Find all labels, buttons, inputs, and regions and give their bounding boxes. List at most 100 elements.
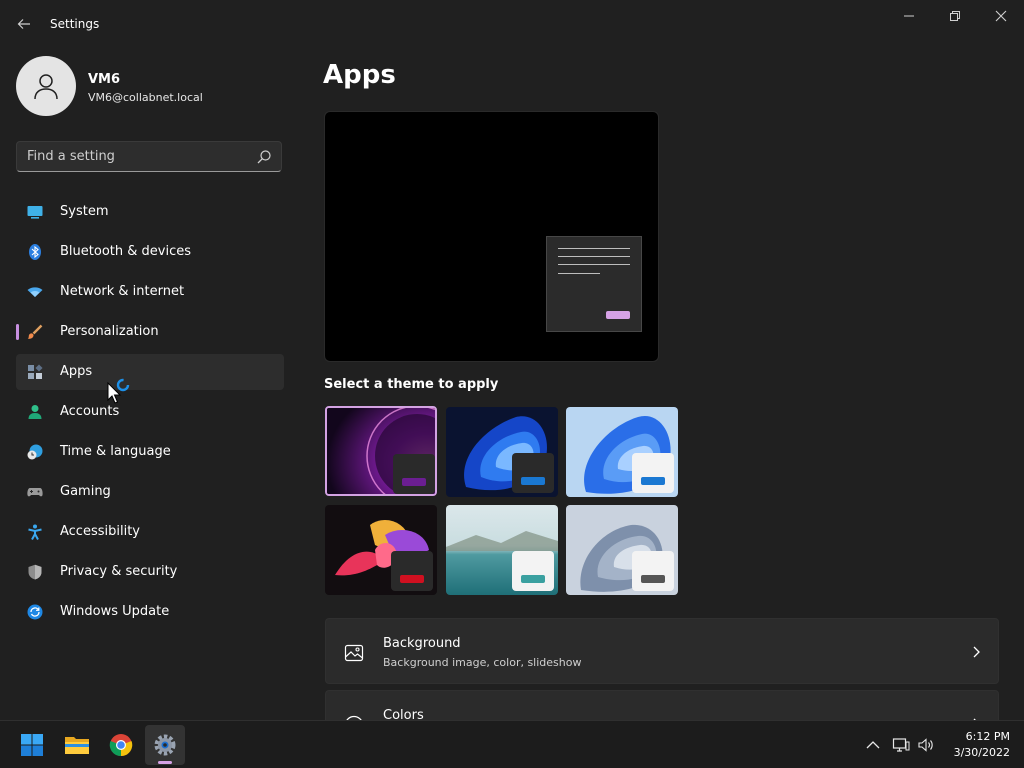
sidebar-item-windows-update[interactable]: Windows Update (16, 594, 284, 630)
theme-windows-glow[interactable] (325, 406, 437, 496)
wifi-icon (27, 287, 43, 297)
background-setting-card[interactable]: Background Background image, color, slid… (325, 618, 999, 684)
theme-captured-motion[interactable] (325, 505, 437, 595)
chevron-up-icon[interactable] (864, 736, 882, 754)
system-icon (27, 206, 43, 219)
card-title: Background (383, 636, 461, 651)
clock-date: 3/30/2022 (953, 746, 1010, 759)
network-icon[interactable] (892, 736, 910, 754)
gamepad-icon (27, 488, 43, 497)
user-email: VM6@collabnet.local (88, 91, 203, 104)
taskbar: 6:12 PM 3/30/2022 (0, 720, 1024, 768)
preview-line (558, 256, 630, 257)
theme-chip (391, 551, 433, 591)
clock-globe-icon (27, 444, 43, 460)
sidebar-item-personalization[interactable]: Personalization (16, 314, 284, 350)
theme-chip-accent (641, 575, 665, 583)
preview-accent-button (606, 311, 630, 319)
windows-start-icon (21, 734, 43, 756)
busy-spinner-icon (116, 378, 130, 392)
sidebar-item-label: Network & internet (60, 284, 185, 299)
sidebar-item-label: System (60, 204, 109, 219)
minimize-icon (904, 15, 914, 17)
chrome-button[interactable] (101, 725, 141, 765)
sidebar-item-label: Apps (60, 364, 93, 379)
volume-icon[interactable] (917, 736, 935, 754)
chevron-right-icon (973, 646, 980, 658)
theme-chip (632, 551, 674, 591)
sidebar-item-label: Windows Update (60, 604, 170, 619)
chrome-icon (109, 734, 133, 757)
back-arrow-icon (17, 19, 30, 29)
close-icon (995, 10, 1007, 22)
search-box[interactable] (16, 141, 282, 172)
shield-icon (28, 564, 42, 580)
clock-time: 6:12 PM (965, 730, 1010, 743)
colors-setting-card[interactable]: Colors (325, 690, 999, 720)
theme-chip (393, 454, 435, 494)
preview-line (558, 248, 630, 249)
theme-chip-accent (400, 575, 424, 583)
theme-chip-accent (402, 478, 426, 486)
nav-selection-indicator (16, 324, 19, 340)
avatar (16, 56, 76, 116)
theme-chip-accent (521, 477, 545, 485)
theme-chip (512, 551, 554, 591)
theme-section-heading: Select a theme to apply (324, 377, 499, 392)
preview-window-thumbnail (546, 236, 642, 332)
theme-sunrise-lake[interactable] (446, 505, 558, 595)
title-bar: Settings (0, 0, 1024, 48)
theme-chip-accent (521, 575, 545, 583)
start-button[interactable] (12, 725, 52, 765)
sidebar-item-label: Time & language (60, 444, 171, 459)
theme-chip-accent (641, 477, 665, 485)
image-icon (344, 644, 364, 662)
taskbar-clock[interactable]: 6:12 PM 3/30/2022 (940, 729, 1010, 761)
theme-chip (512, 453, 554, 493)
user-profile[interactable]: VM6 VM6@collabnet.local (16, 56, 286, 118)
theme-windows-dark[interactable] (446, 407, 558, 497)
sidebar-item-label: Accessibility (60, 524, 140, 539)
person-avatar-icon (34, 74, 58, 100)
theme-chip (632, 453, 674, 493)
sidebar-item-time-language[interactable]: Time & language (16, 434, 284, 470)
close-button[interactable] (978, 0, 1024, 32)
sidebar-item-label: Personalization (60, 324, 159, 339)
bluetooth-icon (29, 244, 41, 260)
file-explorer-button[interactable] (57, 725, 97, 765)
sidebar-item-label: Bluetooth & devices (60, 244, 191, 259)
settings-button[interactable] (145, 725, 185, 765)
file-explorer-icon (65, 737, 89, 754)
sidebar-item-label: Gaming (60, 484, 111, 499)
minimize-button[interactable] (886, 0, 932, 32)
preview-line (558, 273, 600, 274)
sidebar-item-accounts[interactable]: Accounts (16, 394, 284, 430)
theme-preview (324, 111, 659, 362)
brush-icon (27, 324, 43, 339)
accessibility-icon (28, 524, 42, 540)
app-title: Settings (50, 17, 100, 31)
preview-line (558, 264, 630, 265)
sidebar-item-network-internet[interactable]: Network & internet (16, 274, 284, 310)
sidebar-item-privacy-security[interactable]: Privacy & security (16, 554, 284, 590)
settings-gear-icon (154, 734, 176, 756)
restore-button[interactable] (932, 0, 978, 32)
sidebar-item-system[interactable]: System (16, 194, 284, 230)
search-input[interactable] (17, 142, 257, 171)
sidebar-item-label: Privacy & security (60, 564, 178, 579)
theme-flow[interactable] (566, 505, 678, 595)
sidebar-item-accessibility[interactable]: Accessibility (16, 514, 284, 550)
theme-windows-light[interactable] (566, 407, 678, 497)
sidebar-item-apps[interactable]: Apps (16, 354, 284, 390)
active-app-indicator (158, 761, 172, 764)
page-title: Apps (323, 60, 396, 90)
restore-icon (950, 11, 960, 21)
apps-icon (28, 364, 43, 379)
sidebar-item-gaming[interactable]: Gaming (16, 474, 284, 510)
search-icon[interactable] (256, 149, 272, 165)
update-icon (27, 604, 43, 620)
sidebar-item-label: Accounts (60, 404, 120, 419)
card-title: Colors (383, 708, 424, 720)
sidebar-item-bluetooth-devices[interactable]: Bluetooth & devices (16, 234, 284, 270)
back-button[interactable] (10, 10, 38, 38)
